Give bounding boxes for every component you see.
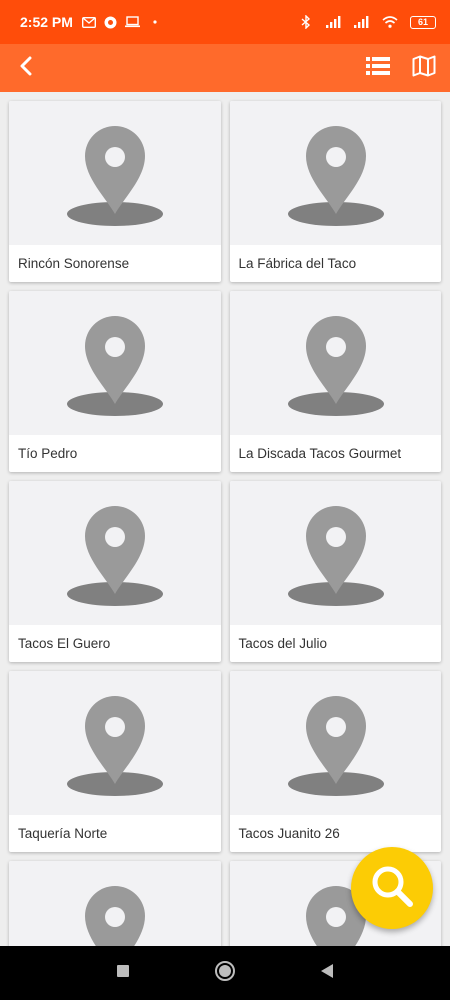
map-pin-placeholder-icon	[60, 296, 170, 431]
place-image	[9, 671, 221, 815]
place-card[interactable]	[9, 861, 221, 946]
signal-icon	[354, 15, 370, 29]
system-icons: 61	[298, 15, 436, 29]
system-nav-bar	[0, 946, 450, 1000]
nav-back-button[interactable]	[312, 958, 342, 988]
status-time: 2:52 PM	[20, 14, 73, 30]
map-pin-placeholder-icon	[60, 106, 170, 241]
place-image	[9, 291, 221, 435]
back-button[interactable]	[10, 48, 42, 88]
home-circle-icon	[214, 960, 236, 987]
place-name: Tío Pedro	[18, 446, 78, 461]
place-image	[229, 481, 441, 625]
recents-square-icon	[116, 964, 130, 983]
status-bar: 2:52 PM 61	[0, 0, 450, 44]
laptop-icon	[125, 15, 141, 29]
place-card[interactable]: Rincón Sonorense	[9, 101, 221, 282]
bluetooth-icon	[298, 15, 314, 29]
battery-indicator: 61	[410, 15, 436, 29]
map-icon	[412, 55, 436, 82]
chevron-left-icon	[19, 56, 33, 81]
app-bar	[0, 44, 450, 92]
map-pin-placeholder-icon	[281, 486, 391, 621]
map-pin-placeholder-icon	[60, 866, 170, 946]
place-card[interactable]: La Fábrica del Taco	[229, 101, 441, 282]
place-image	[229, 671, 441, 815]
place-card[interactable]: Tacos Juanito 26	[229, 671, 441, 852]
list-icon	[366, 56, 390, 81]
place-name: Tacos del Julio	[238, 636, 328, 651]
place-image	[9, 101, 221, 245]
search-icon	[369, 863, 415, 914]
map-pin-placeholder-icon	[60, 676, 170, 811]
place-card[interactable]: La Discada Tacos Gourmet	[229, 291, 441, 472]
dot-icon	[147, 15, 163, 29]
home-button[interactable]	[210, 958, 240, 988]
map-pin-placeholder-icon	[281, 676, 391, 811]
recents-button[interactable]	[108, 958, 138, 988]
back-triangle-icon	[320, 963, 334, 984]
map-view-button[interactable]	[410, 54, 438, 82]
list-view-button[interactable]	[364, 54, 392, 82]
map-pin-placeholder-icon	[281, 296, 391, 431]
place-name: Rincón Sonorense	[18, 256, 130, 271]
place-name: La Fábrica del Taco	[238, 256, 357, 271]
wifi-icon	[382, 15, 398, 29]
place-image	[9, 481, 221, 625]
places-grid: Rincón Sonorense La Fábrica del Taco Tío…	[0, 92, 450, 946]
signal-icon	[326, 15, 342, 29]
place-name: Taquería Norte	[18, 826, 108, 841]
map-pin-placeholder-icon	[281, 106, 391, 241]
map-pin-placeholder-icon	[60, 486, 170, 621]
search-fab-button[interactable]	[351, 847, 433, 929]
chrome-icon	[103, 15, 119, 29]
place-card[interactable]: Tacos del Julio	[229, 481, 441, 662]
place-name: La Discada Tacos Gourmet	[238, 446, 402, 461]
place-image	[229, 291, 441, 435]
gmail-icon	[81, 15, 97, 29]
place-card[interactable]: Tacos El Guero	[9, 481, 221, 662]
place-image	[9, 861, 221, 946]
place-image	[229, 101, 441, 245]
place-name: Tacos Juanito 26	[238, 826, 340, 841]
place-card[interactable]: Tío Pedro	[9, 291, 221, 472]
place-name: Tacos El Guero	[18, 636, 111, 651]
place-card[interactable]: Taquería Norte	[9, 671, 221, 852]
